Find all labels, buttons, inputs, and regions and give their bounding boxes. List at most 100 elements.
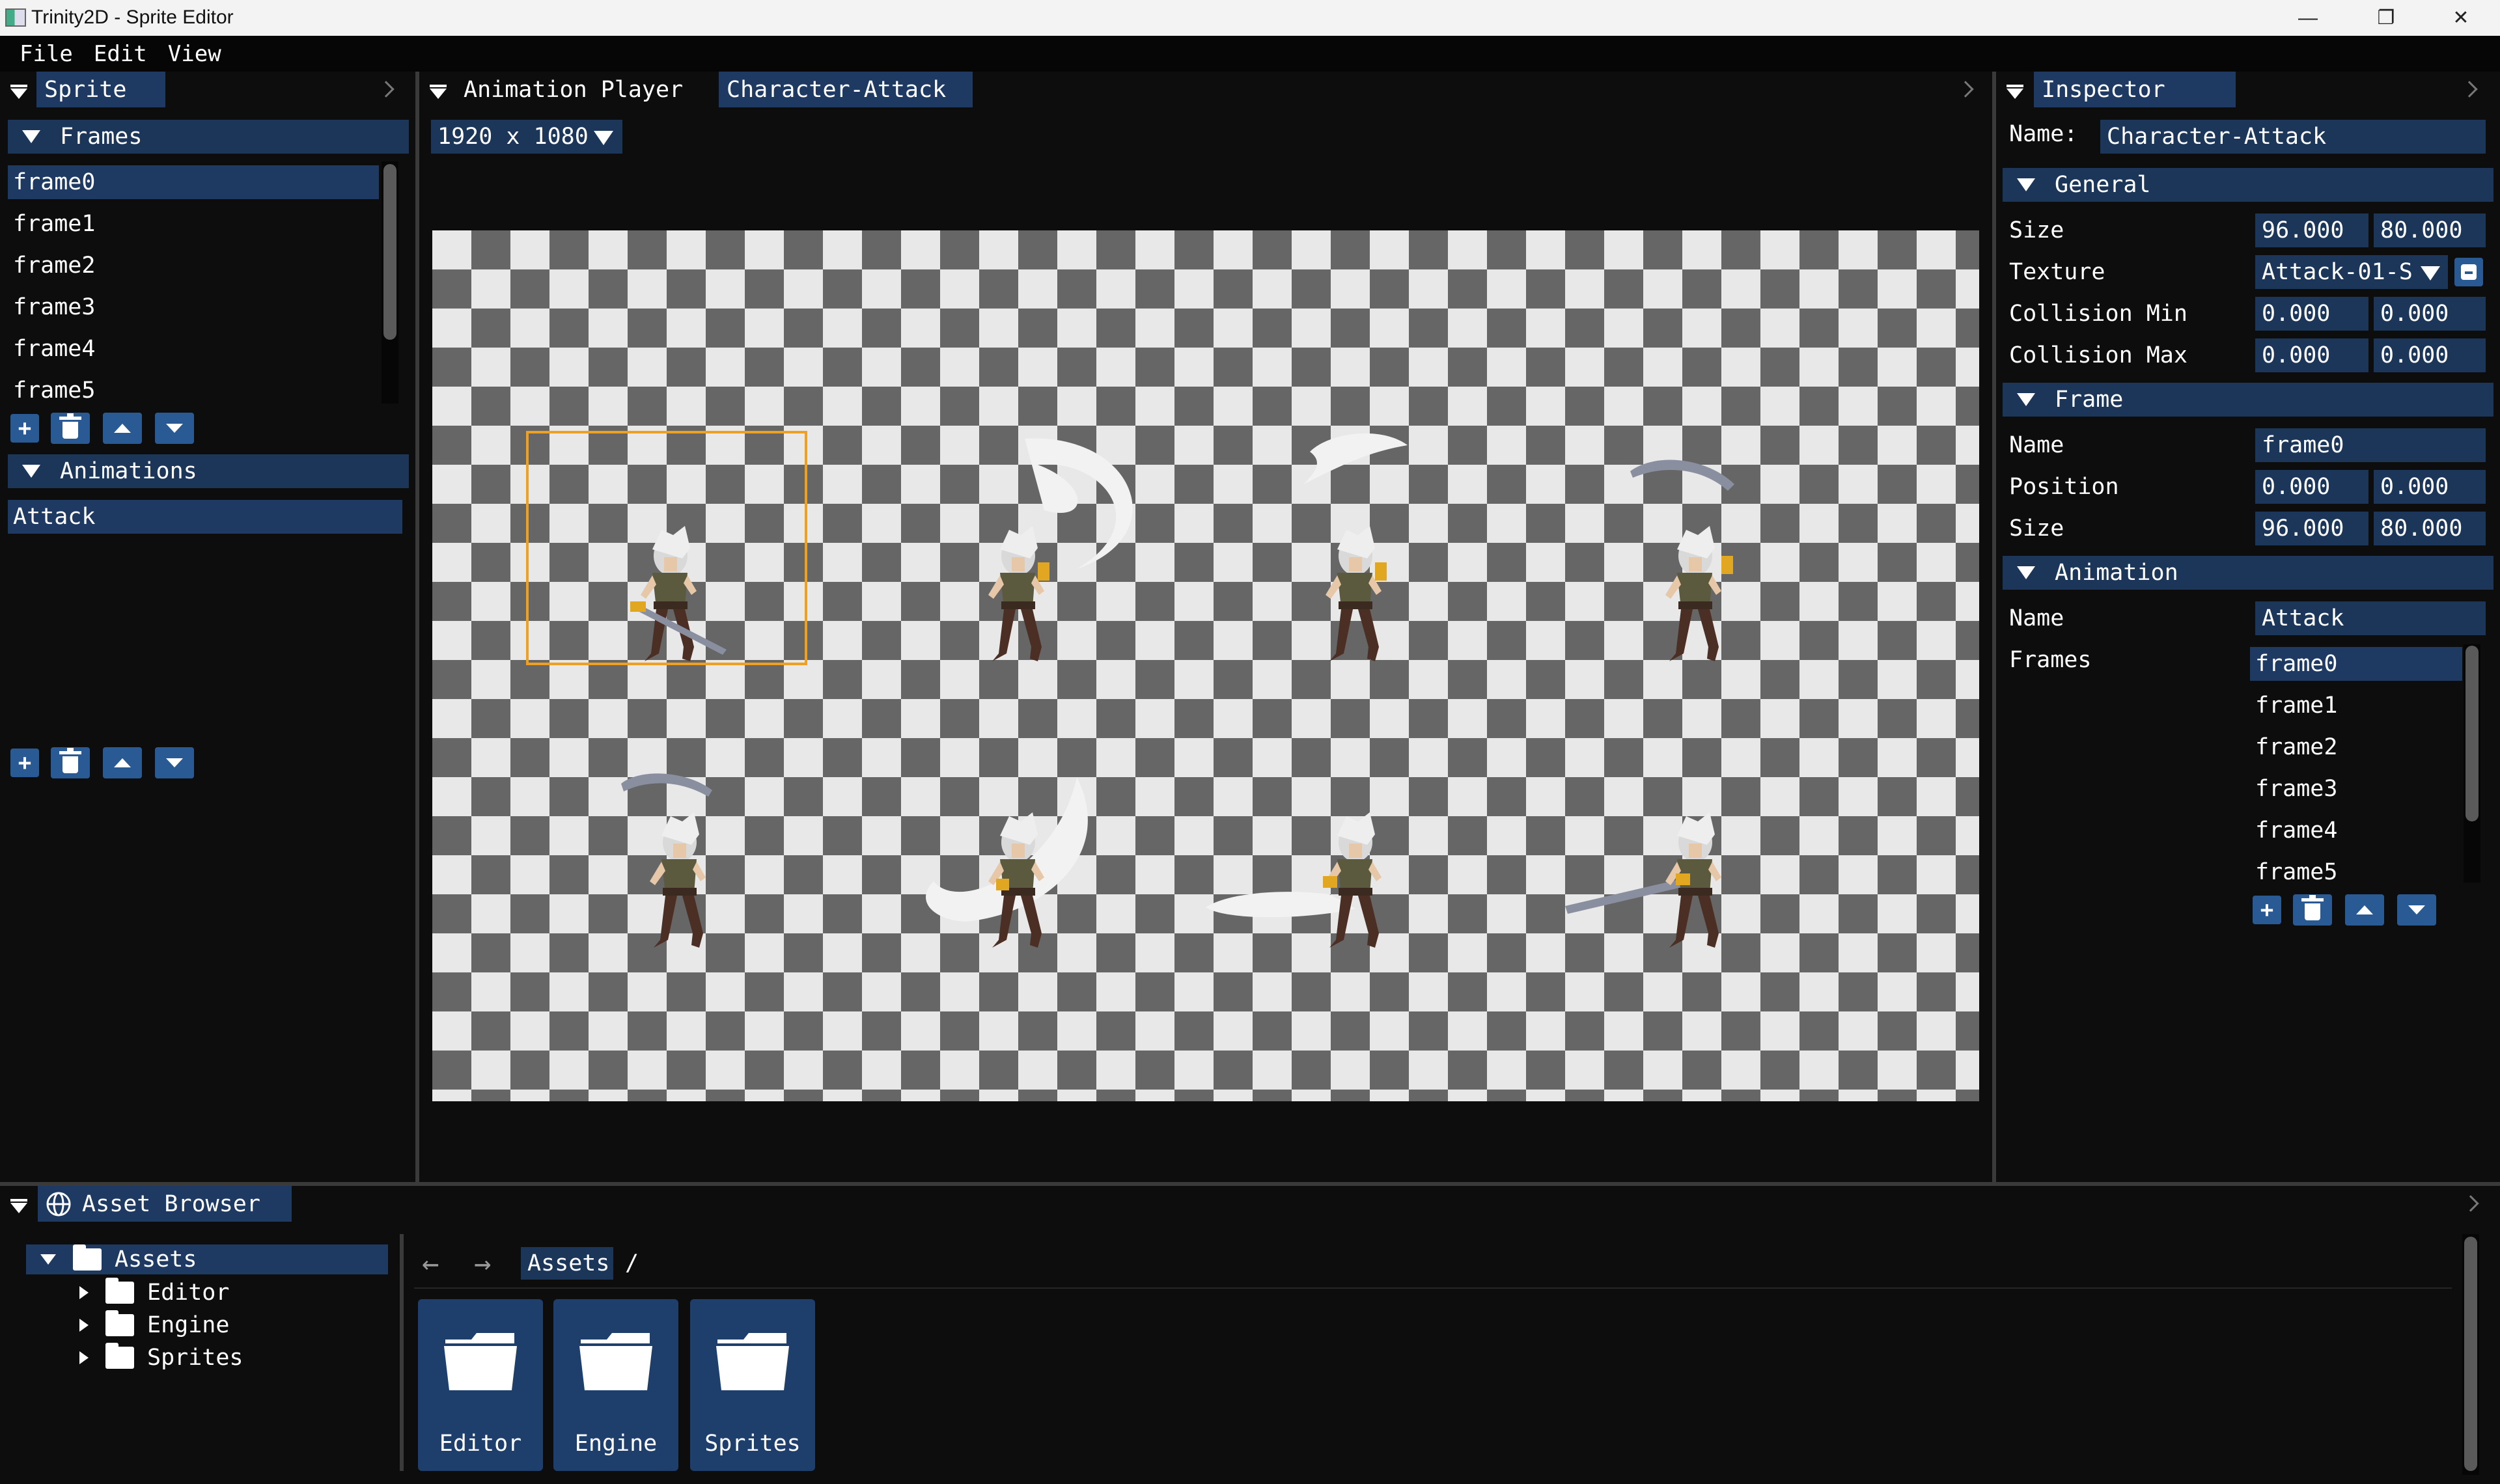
tab-sprite[interactable]: Sprite [36, 72, 165, 107]
maximize-button[interactable]: ❐ [2350, 0, 2422, 36]
frame-list-item[interactable]: frame0 [8, 165, 379, 199]
arrow-up-icon [2356, 905, 2373, 914]
panel-divider[interactable] [400, 1234, 404, 1471]
expand-arrow-icon [79, 1351, 89, 1364]
animation-frame-item[interactable]: frame3 [2250, 772, 2462, 806]
breadcrumb-assets[interactable]: Assets [521, 1247, 613, 1280]
arrow-down-icon [166, 424, 183, 433]
animation-frame-item[interactable]: frame4 [2250, 814, 2462, 847]
frame-name-field[interactable]: frame0 [2255, 428, 2486, 462]
frame-list-item[interactable]: frame2 [8, 249, 379, 282]
delete-frame-button[interactable] [51, 413, 90, 444]
general-header[interactable]: General [2003, 168, 2493, 202]
move-frame-up-button[interactable] [103, 413, 142, 444]
forward-arrow-icon[interactable]: → [474, 1248, 492, 1280]
sprite-panel-bar: Sprite [0, 72, 417, 107]
expand-arrow-icon [79, 1319, 89, 1332]
size-y-field[interactable]: 80.000 [2374, 213, 2486, 247]
texture-label: Texture [2009, 259, 2105, 285]
resolution-value: 1920 x 1080 [438, 124, 589, 150]
tree-item-editor[interactable]: Editor [65, 1277, 391, 1308]
menu-bar: File Edit View [0, 36, 2500, 72]
tab-animation-player[interactable]: Animation Player [456, 72, 691, 107]
tab-asset-browser[interactable]: Asset Browser [38, 1186, 292, 1222]
tab-character-attack[interactable]: Character-Attack [719, 72, 973, 107]
sprite-canvas[interactable] [432, 230, 1979, 1101]
move-animation-up-button[interactable] [103, 747, 142, 778]
animation-frames-scrollbar[interactable] [2464, 644, 2480, 883]
chevron-right-icon[interactable] [2462, 1195, 2479, 1212]
dropdown-arrow-icon [2421, 266, 2440, 281]
animation-frame-item[interactable]: frame1 [2250, 689, 2462, 722]
tree-item-label: Engine [147, 1312, 230, 1338]
frames-header[interactable]: Frames [8, 120, 409, 154]
collision-max-x-field[interactable]: 0.000 [2255, 338, 2368, 372]
collapse-triangle-icon[interactable] [2007, 85, 2023, 99]
delete-animation-button[interactable] [51, 747, 90, 778]
add-animation-frame-button[interactable]: + [2253, 896, 2281, 924]
move-frame-down-button[interactable] [155, 413, 194, 444]
collapse-triangle-icon[interactable] [10, 1199, 27, 1213]
animation-header[interactable]: Animation [2003, 556, 2493, 590]
menu-file[interactable]: File [20, 41, 73, 67]
tree-item-assets[interactable]: Assets [26, 1244, 388, 1274]
folder-engine[interactable]: Engine [553, 1299, 678, 1471]
animation-frames-label: Frames [2009, 647, 2092, 673]
size-x-field[interactable]: 96.000 [2255, 213, 2368, 247]
frame-size-x-field[interactable]: 96.000 [2255, 512, 2368, 545]
animation-frame-item[interactable]: frame5 [2250, 855, 2462, 889]
animation-list-item[interactable]: Attack [8, 500, 402, 534]
scrollbar-thumb[interactable] [2465, 646, 2479, 821]
name-field[interactable]: Character-Attack [2100, 120, 2486, 154]
menu-view[interactable]: View [168, 41, 221, 67]
folder-sprites[interactable]: Sprites [690, 1299, 815, 1471]
clear-texture-button[interactable] [2454, 258, 2483, 286]
tab-inspector[interactable]: Inspector [2034, 72, 2236, 107]
animation-frame-item[interactable]: frame2 [2250, 730, 2462, 764]
move-animation-down-button[interactable] [155, 747, 194, 778]
collapse-triangle-icon[interactable] [430, 85, 447, 99]
collapse-triangle-icon [2017, 393, 2035, 406]
collision-max-y-field[interactable]: 0.000 [2374, 338, 2486, 372]
frame-header[interactable]: Frame [2003, 383, 2493, 417]
position-y-field[interactable]: 0.000 [2374, 470, 2486, 504]
scrollbar-thumb[interactable] [2464, 1237, 2477, 1471]
frame-list-item[interactable]: frame3 [8, 290, 379, 324]
collision-min-y-field[interactable]: 0.000 [2374, 297, 2486, 331]
expand-arrow-icon [40, 1254, 56, 1265]
menu-edit[interactable]: Edit [94, 41, 147, 67]
close-button[interactable]: ✕ [2425, 0, 2497, 36]
resolution-dropdown[interactable]: 1920 x 1080 [431, 120, 622, 154]
scrollbar-thumb[interactable] [383, 164, 396, 340]
animation-name-field[interactable]: Attack [2255, 601, 2486, 635]
trash-icon [59, 413, 81, 439]
chevron-right-icon[interactable] [2461, 81, 2478, 98]
back-arrow-icon[interactable]: ← [422, 1248, 439, 1280]
selected-frame-outline[interactable] [526, 431, 807, 665]
frame-list-item[interactable]: frame5 [8, 374, 379, 407]
frames-scrollbar[interactable] [382, 161, 398, 404]
tree-item-engine[interactable]: Engine [65, 1310, 391, 1341]
add-frame-button[interactable]: + [10, 414, 39, 443]
frame-list-item[interactable]: frame1 [8, 207, 379, 241]
delete-animation-frame-button[interactable] [2293, 894, 2332, 926]
frame-size-y-field[interactable]: 80.000 [2374, 512, 2486, 545]
frame-list-item[interactable]: frame4 [8, 332, 379, 366]
folder-icon [105, 1343, 134, 1369]
chevron-right-icon[interactable] [378, 81, 395, 98]
trash-icon [59, 748, 81, 773]
move-animation-frame-up-button[interactable] [2345, 894, 2384, 926]
collapse-triangle-icon[interactable] [10, 85, 27, 99]
asset-browser-scrollbar[interactable] [2462, 1234, 2479, 1475]
animations-header[interactable]: Animations [8, 454, 409, 488]
chevron-right-icon[interactable] [1957, 81, 1974, 98]
collision-min-x-field[interactable]: 0.000 [2255, 297, 2368, 331]
add-animation-button[interactable]: + [10, 749, 39, 777]
folder-editor[interactable]: Editor [418, 1299, 543, 1471]
tree-item-sprites[interactable]: Sprites [65, 1342, 391, 1373]
texture-dropdown[interactable]: Attack-01-Sh [2255, 255, 2448, 289]
position-x-field[interactable]: 0.000 [2255, 470, 2368, 504]
animation-frame-item[interactable]: frame0 [2250, 647, 2462, 681]
minimize-button[interactable]: — [2272, 0, 2344, 36]
move-animation-frame-down-button[interactable] [2397, 894, 2436, 926]
